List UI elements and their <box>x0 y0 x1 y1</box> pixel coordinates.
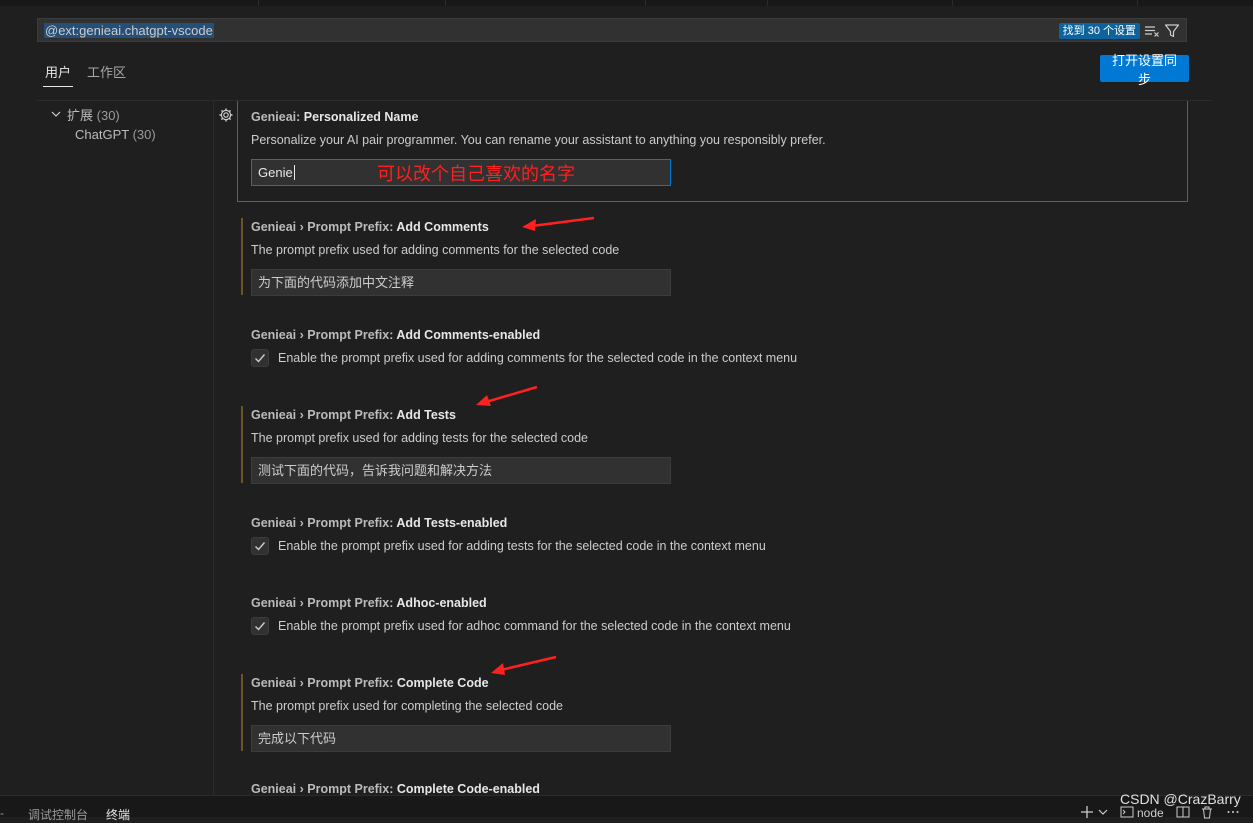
chevron-down-icon[interactable] <box>51 109 61 119</box>
settings-toc: 扩展 (30) ChatGPT (30) <box>37 101 213 795</box>
setting-name: Complete Code <box>396 676 489 690</box>
panel-tab-bar: - 调试控制台 终端 node <box>0 795 1253 822</box>
setting-name: Adhoc-enabled <box>396 596 487 610</box>
annotation-note: 可以改个自己喜欢的名字 <box>377 164 575 185</box>
setting-name: Add Tests <box>396 408 456 422</box>
terminal-name[interactable]: node <box>1137 806 1164 820</box>
toc-item-extensions[interactable]: 扩展 (30) <box>67 105 120 124</box>
setting-name: Complete Code-enabled <box>396 782 540 795</box>
setting-complete-code: Genieai › Prompt Prefix: Complete Code T… <box>214 659 1199 767</box>
toc-extensions-count: (30) <box>96 108 120 123</box>
setting-description: The prompt prefix used for adding tests … <box>251 431 588 445</box>
settings-list: Genieai: Personalized Name Personalize y… <box>214 101 1199 795</box>
setting-personalized-name: Genieai: Personalized Name Personalize y… <box>214 101 1199 203</box>
red-arrow-icon <box>476 385 538 406</box>
setting-name: Add Tests-enabled <box>396 516 508 530</box>
toc-chatgpt-label: ChatGPT <box>75 127 129 142</box>
setting-description: The prompt prefix used for completing th… <box>251 699 563 713</box>
setting-adhoc-enabled: Genieai › Prompt Prefix: Adhoc-enabled E… <box>214 579 1199 659</box>
search-query-text: @ext:genieai.chatgpt-vscode <box>44 23 214 38</box>
setting-add-comments: Genieai › Prompt Prefix: Add Comments Th… <box>214 203 1199 311</box>
modified-indicator <box>241 218 243 295</box>
clear-filter-icon[interactable] <box>1144 23 1160 39</box>
checkbox-label: Enable the prompt prefix used for adhoc … <box>278 619 791 633</box>
check-icon <box>255 354 266 363</box>
check-icon <box>255 542 266 551</box>
gear-icon[interactable] <box>218 107 234 123</box>
setting-complete-code-enabled: Genieai › Prompt Prefix: Complete Code-e… <box>214 767 1199 795</box>
modified-indicator <box>241 406 243 483</box>
setting-description: The prompt prefix used for adding commen… <box>251 243 620 257</box>
setting-category: Genieai › Prompt Prefix: <box>251 676 397 690</box>
checkbox-label: Enable the prompt prefix used for adding… <box>278 351 798 365</box>
setting-description: Personalize your AI pair programmer. You… <box>251 133 826 147</box>
setting-title: Genieai › Prompt Prefix: Add Comments-en… <box>251 328 540 342</box>
add-tests-input[interactable]: 测试下面的代码，告诉我问题和解决方法 <box>251 457 671 484</box>
adhoc-enabled-checkbox[interactable] <box>251 617 269 635</box>
setting-category: Genieai › Prompt Prefix: <box>251 220 397 234</box>
setting-name: Add Comments-enabled <box>396 328 541 342</box>
setting-title: Genieai › Prompt Prefix: Add Comments <box>251 220 489 234</box>
setting-add-tests: Genieai › Prompt Prefix: Add Tests The p… <box>214 391 1199 499</box>
csdn-watermark: CSDN @CrazBarry <box>1120 791 1241 807</box>
checkbox-label: Enable the prompt prefix used for adding… <box>278 539 766 553</box>
tab-user[interactable]: 用户 <box>42 62 74 87</box>
toc-extensions-label: 扩展 <box>67 108 94 123</box>
setting-add-comments-enabled: Genieai › Prompt Prefix: Add Comments-en… <box>214 311 1199 391</box>
setting-category: Genieai: <box>251 110 304 124</box>
panel-tab-terminal[interactable]: 终端 <box>106 806 130 823</box>
tab-workspace[interactable]: 工作区 <box>87 62 126 81</box>
panel-tab-debug-console[interactable]: 调试控制台 <box>28 806 88 823</box>
add-comments-input[interactable]: 为下面的代码添加中文注释 <box>251 269 671 296</box>
setting-category: Genieai › Prompt Prefix: <box>251 328 397 342</box>
setting-title: Genieai › Prompt Prefix: Add Tests <box>251 408 456 422</box>
input-value: Genie <box>258 165 293 180</box>
open-settings-sync-button[interactable]: 打开设置同步 <box>1100 53 1189 87</box>
setting-title: Genieai › Prompt Prefix: Complete Code <box>251 676 489 690</box>
setting-title: Genieai › Prompt Prefix: Complete Code-e… <box>251 782 540 795</box>
toc-chatgpt-count: (30) <box>132 127 156 142</box>
editor-tab-strip <box>0 0 1253 6</box>
add-comments-enabled-checkbox[interactable] <box>251 349 269 367</box>
complete-code-input[interactable]: 完成以下代码 <box>251 725 671 752</box>
add-tests-enabled-checkbox[interactable] <box>251 537 269 555</box>
results-count-badge: 找到 30 个设置 <box>1058 23 1140 39</box>
setting-category: Genieai › Prompt Prefix: <box>251 516 397 530</box>
toc-item-chatgpt[interactable]: ChatGPT (30) <box>75 127 156 142</box>
setting-add-tests-enabled: Genieai › Prompt Prefix: Add Tests-enabl… <box>214 499 1199 579</box>
setting-category: Genieai › Prompt Prefix: <box>251 782 397 795</box>
filter-icon[interactable] <box>1164 23 1180 39</box>
setting-title: Genieai: Personalized Name <box>251 110 418 124</box>
panel-tab-cut[interactable]: - <box>0 806 4 820</box>
red-arrow-icon <box>491 655 557 675</box>
setting-category: Genieai › Prompt Prefix: <box>251 596 397 610</box>
settings-search-input[interactable]: @ext:genieai.chatgpt-vscode 找到 30 个设置 <box>37 18 1187 42</box>
setting-title: Genieai › Prompt Prefix: Adhoc-enabled <box>251 596 487 610</box>
red-arrow-icon <box>522 216 595 231</box>
setting-name: Personalized Name <box>303 110 419 124</box>
setting-category: Genieai › Prompt Prefix: <box>251 408 397 422</box>
setting-title: Genieai › Prompt Prefix: Add Tests-enabl… <box>251 516 507 530</box>
modified-indicator <box>241 674 243 751</box>
check-icon <box>255 622 266 631</box>
setting-name: Add Comments <box>396 220 489 234</box>
